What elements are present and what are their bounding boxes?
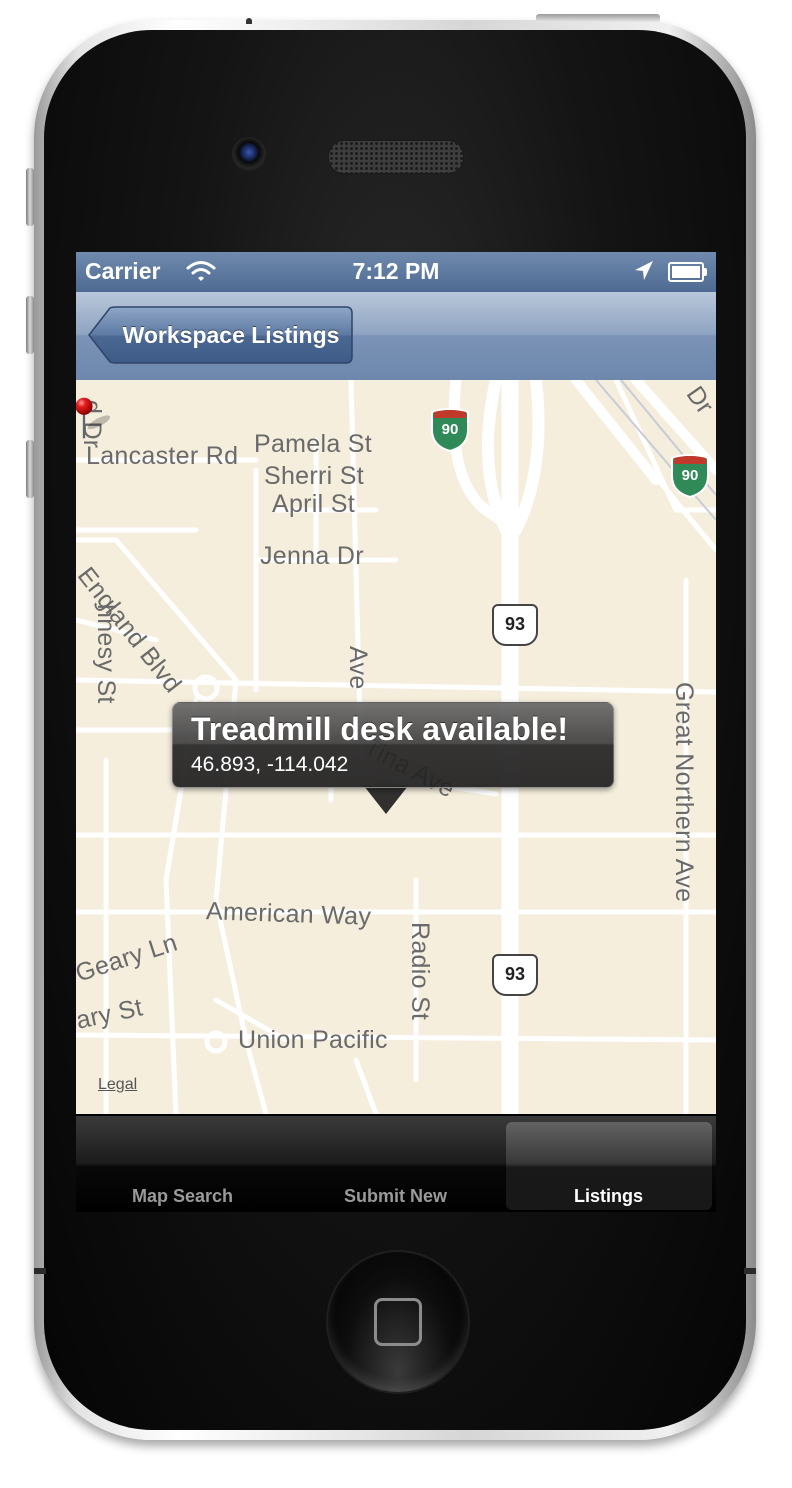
street-label: April St (272, 490, 355, 518)
interstate-shield-icon: 90 (670, 454, 710, 498)
earpiece-speaker (328, 140, 464, 174)
street-label: Union Pacific (238, 1026, 388, 1054)
antenna-band-right (744, 1268, 756, 1274)
back-button[interactable]: Workspace Listings (88, 306, 353, 364)
home-square-icon (374, 1298, 422, 1346)
battery-icon (668, 262, 707, 282)
tab-listings[interactable]: Listings (502, 1116, 715, 1212)
map-pin-icon[interactable] (76, 380, 116, 460)
location-arrow-icon (635, 261, 653, 280)
antenna-band-left (34, 1268, 46, 1274)
tab-bar: Map Search Submit New Listings (76, 1114, 716, 1212)
tab-label: Submit New (343, 1186, 447, 1206)
navigation-bar: Workspace Listings (76, 292, 716, 381)
tab-label: Map Search (131, 1186, 234, 1206)
us-route-shield-icon: 93 (492, 604, 538, 646)
status-time: 7:12 PM (352, 258, 440, 284)
street-label: American Way (205, 897, 372, 931)
callout-coordinates: 46.893, -114.042 (191, 753, 349, 776)
street-label: hnesy St (92, 604, 120, 704)
volume-up-button (26, 296, 34, 354)
top-edge-mark (246, 18, 252, 24)
screen: Carrier 7:12 PM Workspace Listings Lanca… (76, 252, 716, 1212)
back-button-label: Workspace Listings (122, 322, 340, 348)
status-bar: Carrier 7:12 PM (76, 252, 716, 292)
mute-switch (26, 168, 34, 226)
street-label: Pamela St (254, 430, 373, 458)
street-label: Ave (344, 646, 372, 690)
street-label: Great Northern Ave (670, 682, 698, 903)
callout-pointer (364, 786, 408, 814)
tab-label: Listings (573, 1186, 643, 1206)
street-label: Jenna Dr (260, 542, 364, 570)
map-view[interactable]: Lancaster Rd Pamela St Sherri St April S… (76, 380, 716, 1114)
tab-submit-new[interactable]: Submit New (289, 1116, 502, 1212)
tab-map-search[interactable]: Map Search (76, 1116, 289, 1212)
callout-title: Treadmill desk available! (191, 711, 569, 747)
street-label: Sherri St (264, 462, 364, 490)
us-route-shield-icon: 93 (492, 954, 538, 996)
power-button (536, 14, 660, 22)
front-camera-icon (232, 137, 266, 171)
home-button[interactable] (326, 1250, 470, 1394)
street-label: Radio St (406, 922, 434, 1021)
annotation-callout[interactable]: Treadmill desk available! 46.893, -114.0… (172, 702, 614, 788)
legal-link[interactable]: Legal (98, 1076, 137, 1094)
volume-down-button (26, 440, 34, 498)
interstate-shield-icon: 90 (430, 408, 470, 452)
